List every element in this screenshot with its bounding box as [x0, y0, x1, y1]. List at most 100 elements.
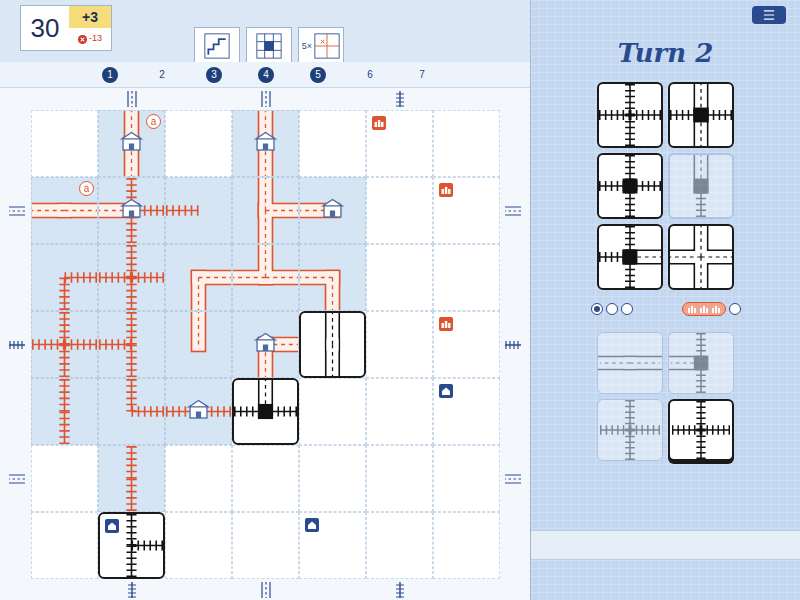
- board-cell[interactable]: [232, 311, 299, 378]
- special-round: [191, 27, 243, 65]
- special-art: [670, 401, 732, 459]
- score-penalty: -13: [69, 28, 111, 50]
- status-row: [591, 302, 741, 316]
- board-cell[interactable]: [299, 378, 366, 445]
- die-tile[interactable]: [668, 82, 734, 148]
- board-marker: [439, 183, 453, 197]
- placed-tile-art: [166, 245, 231, 310]
- board-cell[interactable]: [98, 244, 165, 311]
- board-cell[interactable]: [433, 244, 500, 311]
- side-panel: Turn 2: [530, 0, 800, 600]
- die-art: [599, 226, 661, 288]
- board-cell[interactable]: [433, 177, 500, 244]
- board-cell[interactable]: [98, 512, 165, 579]
- die-tile[interactable]: [668, 224, 734, 290]
- board-cell[interactable]: [299, 244, 366, 311]
- board-cell[interactable]: [232, 177, 299, 244]
- special-tile[interactable]: [597, 399, 663, 461]
- board-cell[interactable]: [31, 445, 98, 512]
- board-cell[interactable]: [366, 512, 433, 579]
- placed-tile-art: [166, 178, 231, 243]
- round-marker: 2: [136, 67, 188, 83]
- current-tile-art: [234, 380, 297, 443]
- road-exit-icon: [503, 201, 523, 221]
- board-cell[interactable]: [165, 311, 232, 378]
- board-cell[interactable]: [31, 110, 98, 177]
- board-cell[interactable]: [366, 445, 433, 512]
- landmark-icon: [711, 304, 721, 314]
- special-round: [243, 27, 295, 65]
- score-total: 30: [21, 6, 69, 50]
- board-cell[interactable]: [31, 378, 98, 445]
- placed-tile-art: [300, 245, 365, 310]
- special-round-tile: [194, 27, 240, 65]
- board-cell[interactable]: [366, 177, 433, 244]
- special-tile[interactable]: [668, 399, 734, 461]
- board-cell[interactable]: [98, 378, 165, 445]
- board-cell[interactable]: [433, 445, 500, 512]
- die-art: [599, 84, 661, 146]
- placed-tile-art: [166, 312, 231, 377]
- board-cell[interactable]: [232, 445, 299, 512]
- placed-tile-art: [99, 245, 164, 310]
- board-cell[interactable]: [299, 512, 366, 579]
- round-marker: 3: [188, 67, 240, 83]
- board-cell[interactable]: [433, 110, 500, 177]
- placed-tile-art: [233, 178, 298, 243]
- board-cell[interactable]: [165, 110, 232, 177]
- board-cell[interactable]: [31, 311, 98, 378]
- board-cell[interactable]: [366, 110, 433, 177]
- board-cell[interactable]: [165, 244, 232, 311]
- special-rounds: 5×: [191, 27, 347, 65]
- board-cell[interactable]: [232, 110, 299, 177]
- die-tile[interactable]: [597, 153, 663, 219]
- die-tile[interactable]: [668, 153, 734, 219]
- multiplier-text: 5×: [302, 42, 312, 51]
- board-cell[interactable]: [366, 378, 433, 445]
- score-detail: +3-13: [69, 6, 111, 50]
- board-cell[interactable]: [299, 311, 366, 378]
- placed-tile-art: [233, 111, 298, 176]
- board-cell[interactable]: [232, 512, 299, 579]
- board-cell[interactable]: [165, 512, 232, 579]
- board-cell[interactable]: [31, 512, 98, 579]
- board-cell[interactable]: [165, 177, 232, 244]
- board-cell[interactable]: [165, 445, 232, 512]
- board-cell[interactable]: a: [98, 110, 165, 177]
- die-art: [670, 84, 732, 146]
- board-cell[interactable]: [98, 445, 165, 512]
- special-art: [598, 400, 662, 460]
- board-cell[interactable]: [366, 244, 433, 311]
- special-round: 5×: [295, 27, 347, 65]
- round-marker: 4: [240, 67, 292, 83]
- progress-dots: [591, 303, 633, 315]
- house-icon: [439, 384, 453, 398]
- bonus-slot: [729, 303, 741, 315]
- board-cell[interactable]: [299, 177, 366, 244]
- board-cell[interactable]: [31, 244, 98, 311]
- board-cell[interactable]: [433, 311, 500, 378]
- board-cell[interactable]: [433, 378, 500, 445]
- board-cell[interactable]: [433, 512, 500, 579]
- placed-tile-art: [99, 379, 164, 444]
- placed-tile-art: [99, 178, 164, 243]
- board-cell[interactable]: [232, 378, 299, 445]
- board-cell[interactable]: [366, 311, 433, 378]
- special-tile[interactable]: [597, 332, 663, 394]
- board-cell[interactable]: [299, 445, 366, 512]
- special-round-tile: 5×: [298, 27, 344, 65]
- die-tile[interactable]: [597, 82, 663, 148]
- special-tile[interactable]: [668, 332, 734, 394]
- board-cell[interactable]: [299, 110, 366, 177]
- board-cell[interactable]: [98, 311, 165, 378]
- top-bar: 30+3-135×1234567: [0, 0, 530, 88]
- placed-tile-art: [300, 178, 365, 243]
- board-marker: [105, 519, 119, 533]
- die-tile[interactable]: [597, 224, 663, 290]
- board-cell[interactable]: [98, 177, 165, 244]
- menu-button[interactable]: [752, 6, 786, 24]
- placed-tile-art: [32, 312, 97, 377]
- board-cell[interactable]: [165, 378, 232, 445]
- board-cell[interactable]: a: [31, 177, 98, 244]
- board-cell[interactable]: [232, 244, 299, 311]
